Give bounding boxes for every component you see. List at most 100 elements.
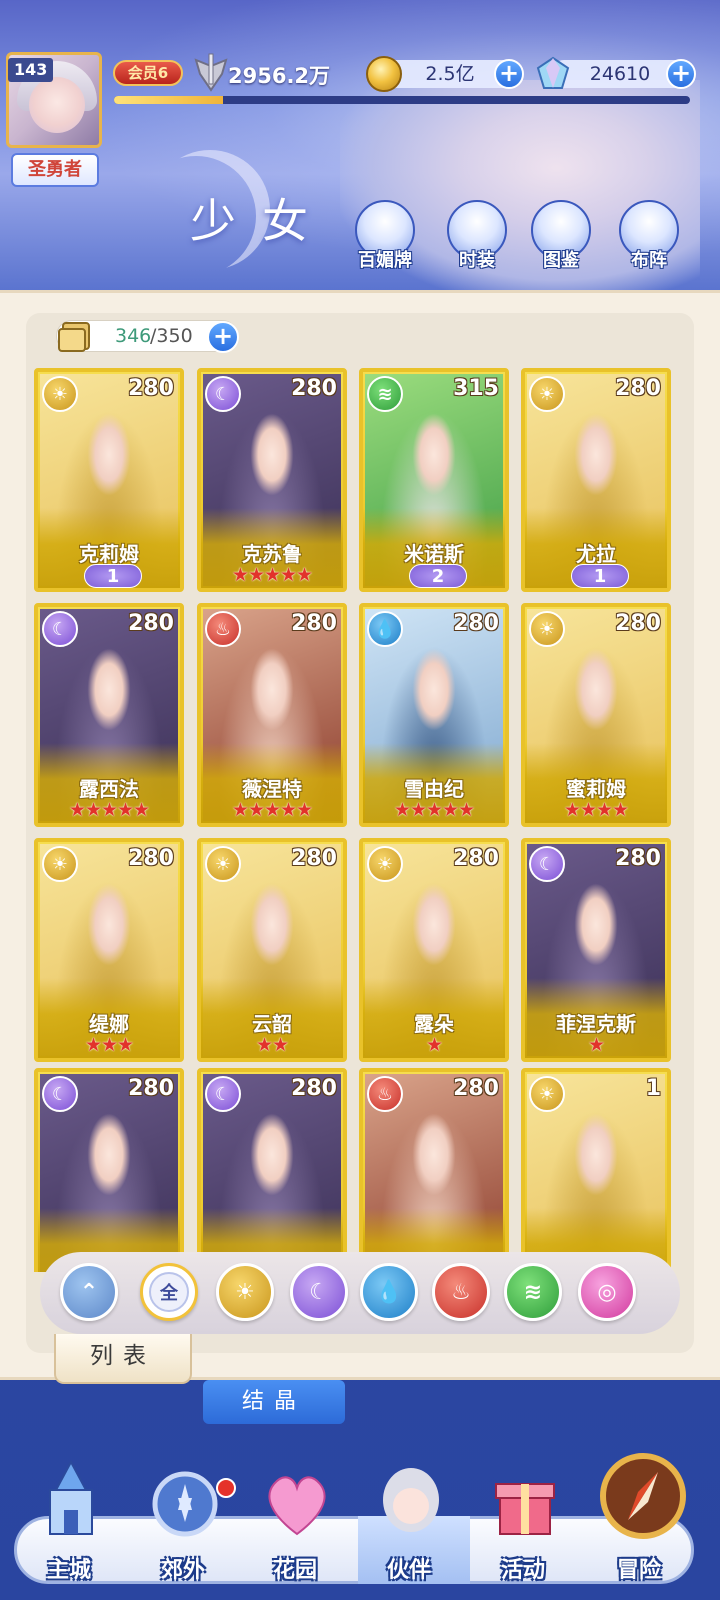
character-card[interactable]: ☀ 280 云韶 ★★ — [197, 838, 347, 1062]
wind-filter-icon: ≋ — [523, 1279, 543, 1305]
nav-main-city[interactable]: 主城 — [14, 1460, 124, 1588]
character-name: 缇娜 — [89, 1012, 129, 1036]
character-name: 雪由纪 — [404, 777, 464, 801]
character-card[interactable]: ☀ 1 — [521, 1068, 671, 1272]
element-filter-bar: ⌃ 全 ☀ ☾ 💧 ♨ ≋ ◎ — [40, 1252, 680, 1334]
awaken-badge: 1 — [84, 564, 142, 588]
star-rating: ★★★★★ — [68, 799, 150, 821]
add-gem-button[interactable]: + — [666, 59, 696, 89]
star-rating: ★★★★★ — [231, 799, 313, 821]
nav-partner-label: 伙伴 — [386, 1558, 431, 1583]
card-deck-label: 百媚牌 — [358, 250, 412, 271]
nav-adventure-label: 冒险 — [616, 1558, 661, 1583]
character-level: 280 — [453, 1076, 499, 1101]
formation-button[interactable]: 布阵 — [610, 200, 688, 276]
character-level: 315 — [453, 376, 499, 401]
filter-moon-button[interactable]: ☾ — [290, 1263, 348, 1321]
awaken-badge: 2 — [409, 564, 467, 588]
filter-all-button[interactable]: 全 — [140, 1263, 198, 1321]
character-card[interactable]: ♨ 280 薇涅特 ★★★★★ — [197, 603, 347, 827]
character-level: 280 — [291, 1076, 337, 1101]
gem-value: 24610 — [589, 63, 651, 85]
combat-power-icon — [194, 53, 228, 92]
roster-capacity: 346 /350 + — [56, 320, 239, 353]
character-level: 280 — [128, 1076, 174, 1101]
up-filter-icon: ⌃ — [79, 1279, 99, 1305]
nav-partner[interactable]: 伙伴 — [354, 1460, 464, 1588]
bottom-nav: 主城 郊外 花园 伙伴 活动 冒险 — [0, 1440, 720, 1600]
gem-icon — [536, 56, 570, 89]
character-card[interactable]: ☾ 280 露西法 ★★★★★ — [34, 603, 184, 827]
fire-filter-icon: ♨ — [451, 1279, 471, 1305]
character-card[interactable]: ☾ 280 克苏鲁 ★★★★★ — [197, 368, 347, 592]
filter-light-button[interactable]: ◎ — [578, 1263, 636, 1321]
character-card[interactable]: ☀ 280 尤拉 1 — [521, 368, 671, 592]
fire-element-icon: ♨ — [205, 611, 241, 647]
character-name: 露西法 — [79, 777, 139, 801]
sun-element-icon: ☀ — [529, 611, 565, 647]
nav-main-city-label: 主城 — [46, 1558, 91, 1583]
filter-sun-button[interactable]: ☀ — [216, 1263, 274, 1321]
character-level: 280 — [453, 846, 499, 871]
character-card[interactable]: ≋ 315 米诺斯 2 — [359, 368, 509, 592]
filter-up-button[interactable]: ⌃ — [60, 1263, 118, 1321]
awaken-badge: 1 — [571, 564, 629, 588]
tab-crystal[interactable]: 结晶 — [203, 1380, 345, 1424]
sun-element-icon: ☀ — [42, 376, 78, 412]
character-name: 蜜莉姆 — [566, 777, 626, 801]
character-card[interactable]: ☀ 280 蜜莉姆 ★★★★ — [521, 603, 671, 827]
filter-fire-button[interactable]: ♨ — [432, 1263, 490, 1321]
filter-wind-button[interactable]: ≋ — [504, 1263, 562, 1321]
moon-element-icon: ☾ — [205, 376, 241, 412]
character-card[interactable]: ☀ 280 缇娜 ★★★ — [34, 838, 184, 1062]
character-card[interactable]: ☾ 280 — [34, 1068, 184, 1272]
sun-element-icon: ☀ — [529, 1076, 565, 1112]
character-card[interactable]: ☀ 280 克莉姆 1 — [34, 368, 184, 592]
character-card[interactable]: ♨ 280 — [359, 1068, 509, 1272]
vip-badge[interactable]: 会员6 — [113, 60, 183, 86]
character-name: 露朵 — [414, 1012, 454, 1036]
character-level: 280 — [291, 846, 337, 871]
character-level: 280 — [291, 376, 337, 401]
character-level: 1 — [645, 1076, 661, 1101]
character-name: 薇涅特 — [242, 777, 302, 801]
codex-button[interactable]: 图鉴 — [522, 200, 600, 276]
sun-filter-icon: ☀ — [235, 1279, 255, 1305]
formation-label: 布阵 — [631, 250, 667, 271]
page-title: 少女 — [190, 194, 334, 248]
character-name: 米诺斯 — [404, 542, 464, 566]
character-name: 克莉姆 — [79, 542, 139, 566]
star-rating: ★★★★★ — [231, 564, 313, 586]
character-level: 280 — [453, 611, 499, 636]
filter-water-button[interactable]: 💧 — [360, 1263, 418, 1321]
fire-element-icon: ♨ — [367, 1076, 403, 1112]
character-card[interactable]: 💧 280 雪由纪 ★★★★★ — [359, 603, 509, 827]
nav-garden[interactable]: 花园 — [240, 1460, 350, 1588]
star-rating: ★★★ — [84, 1034, 134, 1056]
capacity-current: 346 — [115, 325, 152, 347]
player-title-badge[interactable]: 圣勇者 — [11, 153, 99, 187]
character-card[interactable]: ☀ 280 露朵 ★ — [359, 838, 509, 1062]
costume-label: 时装 — [459, 250, 495, 271]
character-level: 280 — [615, 376, 661, 401]
gold-coin-icon — [366, 56, 402, 92]
moon-element-icon: ☾ — [205, 1076, 241, 1112]
capacity-max: /350 — [150, 325, 193, 347]
moon-element-icon: ☾ — [529, 846, 565, 882]
card-deck-button[interactable]: 百媚牌 — [346, 200, 424, 276]
sun-element-icon: ☀ — [367, 846, 403, 882]
nav-events[interactable]: 活动 — [468, 1460, 578, 1588]
character-card[interactable]: ☾ 280 — [197, 1068, 347, 1272]
sun-element-icon: ☀ — [529, 376, 565, 412]
expand-capacity-button[interactable]: + — [207, 321, 239, 353]
sun-element-icon: ☀ — [205, 846, 241, 882]
wind-element-icon: ≋ — [367, 376, 403, 412]
add-gold-button[interactable]: + — [494, 59, 524, 89]
nav-adventure[interactable]: 冒险 — [584, 1453, 694, 1588]
sun-element-icon: ☀ — [42, 846, 78, 882]
costume-button[interactable]: 时装 — [438, 200, 516, 276]
light-filter-icon: ◎ — [597, 1279, 617, 1305]
partner-portrait-icon — [383, 1468, 439, 1532]
character-card[interactable]: ☾ 280 菲涅克斯 ★ — [521, 838, 671, 1062]
tab-list[interactable]: 列表 — [54, 1334, 192, 1384]
